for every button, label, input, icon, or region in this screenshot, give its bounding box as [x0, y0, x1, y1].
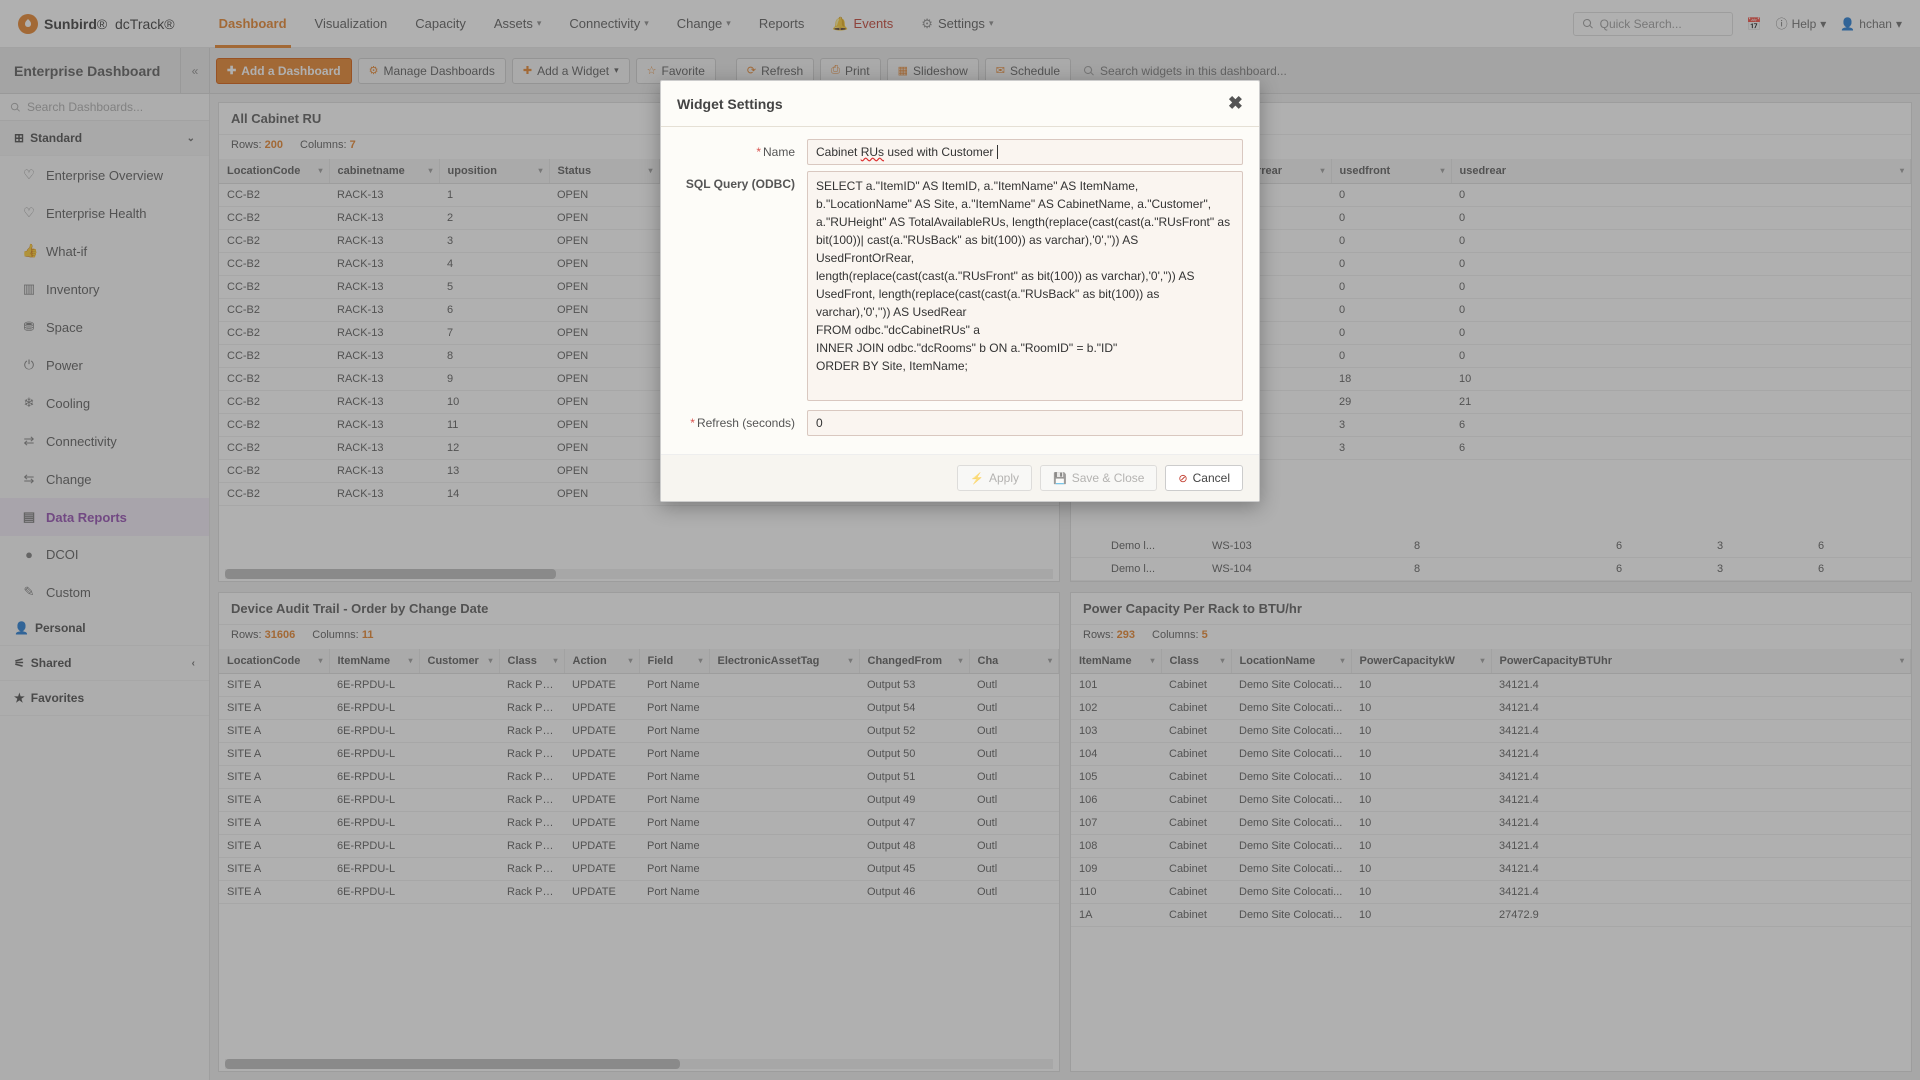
refresh-label: *Refresh (seconds) — [677, 410, 807, 436]
cancel-button[interactable]: ⊘Cancel — [1165, 465, 1243, 491]
widget-settings-modal: Widget Settings ✖ *Name Cabinet RUs used… — [660, 80, 1260, 502]
modal-header: Widget Settings ✖ — [661, 81, 1259, 127]
refresh-input[interactable] — [807, 410, 1243, 436]
bolt-icon: ⚡ — [970, 472, 984, 485]
name-label: *Name — [677, 139, 807, 165]
sql-textarea[interactable] — [807, 171, 1243, 401]
apply-button[interactable]: ⚡Apply — [957, 465, 1032, 491]
sql-label: SQL Query (ODBC) — [677, 171, 807, 404]
save-close-button[interactable]: 💾Save & Close — [1040, 465, 1157, 491]
modal-footer: ⚡Apply 💾Save & Close ⊘Cancel — [661, 454, 1259, 501]
modal-close-button[interactable]: ✖ — [1228, 93, 1243, 114]
save-icon: 💾 — [1053, 472, 1067, 485]
cancel-icon: ⊘ — [1178, 472, 1187, 485]
modal-title: Widget Settings — [677, 96, 783, 112]
name-input[interactable]: Cabinet RUs used with Customer — [807, 139, 1243, 165]
